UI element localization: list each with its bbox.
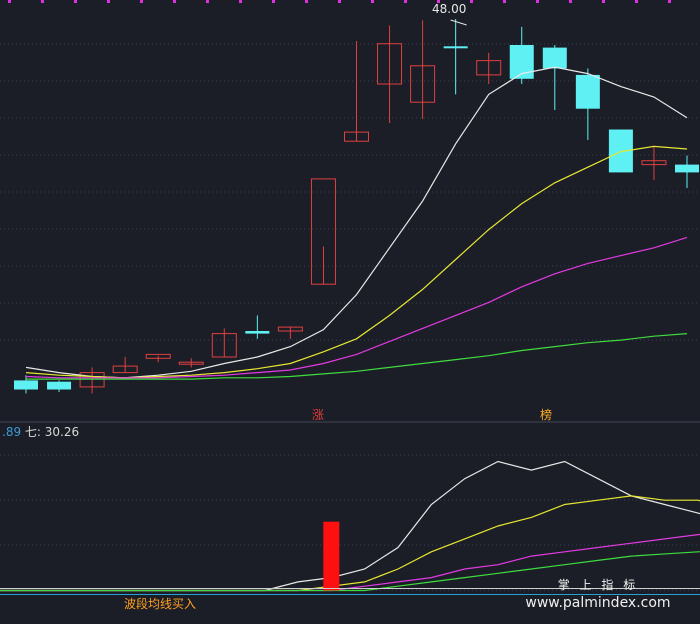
top-marker-dot <box>503 0 506 3</box>
candle-body-down <box>245 331 270 334</box>
max-pointer <box>450 19 467 26</box>
ma-line-3 <box>25 236 688 379</box>
top-marker-dot <box>140 0 143 3</box>
candle-body-down <box>675 164 699 173</box>
badge-zhang-text: 涨 <box>312 408 325 422</box>
candlestick-chart <box>0 0 700 595</box>
top-marker-dot <box>239 0 242 3</box>
top-marker-dot <box>536 0 539 3</box>
candle-body-down <box>443 46 468 49</box>
badge-bang-text: 榜 <box>540 408 553 422</box>
candle-body-down <box>542 47 567 69</box>
top-marker-dot <box>74 0 77 3</box>
lower-panel-label: .89 七: 30.26 <box>2 423 79 440</box>
top-marker-dot <box>272 0 275 3</box>
candle-body-down <box>608 129 633 173</box>
top-marker-dot <box>371 0 374 3</box>
badge-zhang: 涨 <box>312 406 324 423</box>
lower-label-main: 七: 30.26 <box>24 425 80 439</box>
top-marker-dot <box>338 0 341 3</box>
top-marker-dot <box>668 0 671 3</box>
top-marker-dot <box>602 0 605 3</box>
candle-body-down <box>14 380 38 390</box>
watermark-cn: 掌 上 指 标 <box>557 578 639 592</box>
top-marker-dot <box>404 0 407 3</box>
candle-body-down <box>47 381 72 390</box>
top-marker-dot <box>569 0 572 3</box>
watermark: 掌 上 指 标 www.palmindex.com <box>508 576 688 611</box>
candle-body-down <box>575 74 600 109</box>
top-marker-dot <box>41 0 44 3</box>
watermark-url: www.palmindex.com <box>525 595 671 611</box>
max-price-value: 48.00 <box>432 2 467 16</box>
top-marker-dot <box>8 0 11 3</box>
badge-bang: 榜 <box>540 406 552 423</box>
lower-label-prefix: .89 <box>2 425 22 439</box>
top-marker-dot <box>107 0 110 3</box>
lower-signal-bar <box>323 521 340 591</box>
lower-line-1 <box>0 460 700 592</box>
overlay-text: 波段均线买入 <box>124 595 196 612</box>
chart-root: 48.00 涨 榜 .89 七: 30.26 波段均线买入 掌 上 指 标 ww… <box>0 0 700 624</box>
max-price-annotation: 48.00 <box>432 2 466 16</box>
top-marker-dot <box>635 0 638 3</box>
top-marker-dot <box>173 0 176 3</box>
top-marker-dot <box>305 0 308 3</box>
top-marker-dot <box>206 0 209 3</box>
top-marker-dot <box>470 0 473 3</box>
overlay-text-label: 波段均线买入 <box>124 597 197 611</box>
